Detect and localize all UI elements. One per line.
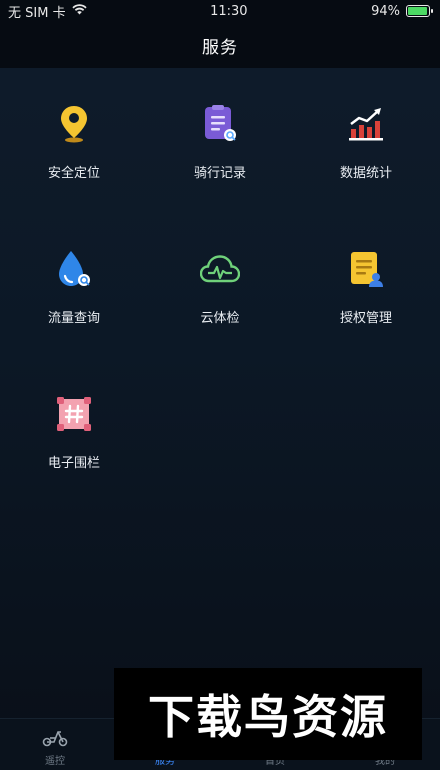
page-title: 服务 bbox=[202, 37, 238, 58]
service-item-safety-location[interactable]: 安全定位 bbox=[1, 68, 147, 213]
geofence-icon bbox=[54, 394, 94, 434]
authorization-icon bbox=[346, 249, 386, 289]
battery-percent: 94% bbox=[371, 3, 400, 19]
service-label: 安全定位 bbox=[47, 166, 100, 181]
service-item-cloud-check[interactable]: 云体检 bbox=[147, 213, 293, 358]
status-left: 无 SIM 卡 bbox=[8, 2, 87, 21]
location-pin-icon bbox=[54, 104, 94, 144]
service-grid: 安全定位 骑行记录 数据统计 流量查询 云体检 授权管理 电子围栏 bbox=[0, 68, 440, 503]
ride-record-icon bbox=[200, 104, 240, 144]
battery-level bbox=[407, 7, 427, 15]
service-label: 授权管理 bbox=[339, 311, 392, 326]
scooter-icon bbox=[41, 726, 69, 748]
service-item-ride-record[interactable]: 骑行记录 bbox=[147, 68, 293, 213]
service-item-data-statistics[interactable]: 数据统计 bbox=[293, 68, 439, 213]
service-item-authorization[interactable]: 授权管理 bbox=[293, 213, 439, 358]
service-label: 流量查询 bbox=[47, 311, 100, 326]
carrier-text: 无 SIM 卡 bbox=[8, 5, 66, 21]
data-usage-icon bbox=[54, 249, 94, 289]
navigation-bar: 服务 bbox=[0, 22, 440, 68]
statistics-icon bbox=[346, 104, 386, 144]
watermark-text: 下载鸟资源 bbox=[148, 690, 388, 744]
battery-icon bbox=[405, 5, 433, 17]
service-label: 云体检 bbox=[200, 311, 240, 326]
wifi-icon bbox=[71, 3, 87, 19]
status-right: 94% bbox=[371, 3, 433, 19]
service-item-geofence[interactable]: 电子围栏 bbox=[1, 358, 147, 503]
cloud-check-icon bbox=[200, 249, 240, 289]
service-label: 数据统计 bbox=[339, 166, 392, 181]
status-time: 11:30 bbox=[210, 3, 248, 19]
tab-label: 遥控 bbox=[45, 756, 65, 767]
watermark-banner: 下载鸟资源 bbox=[114, 668, 422, 760]
service-label: 骑行记录 bbox=[193, 166, 246, 181]
tab-remote-control[interactable]: 遥控 bbox=[0, 719, 110, 770]
service-label: 电子围栏 bbox=[47, 456, 100, 471]
status-bar: 无 SIM 卡 11:30 94% bbox=[0, 0, 440, 22]
service-item-data-usage[interactable]: 流量查询 bbox=[1, 213, 147, 358]
